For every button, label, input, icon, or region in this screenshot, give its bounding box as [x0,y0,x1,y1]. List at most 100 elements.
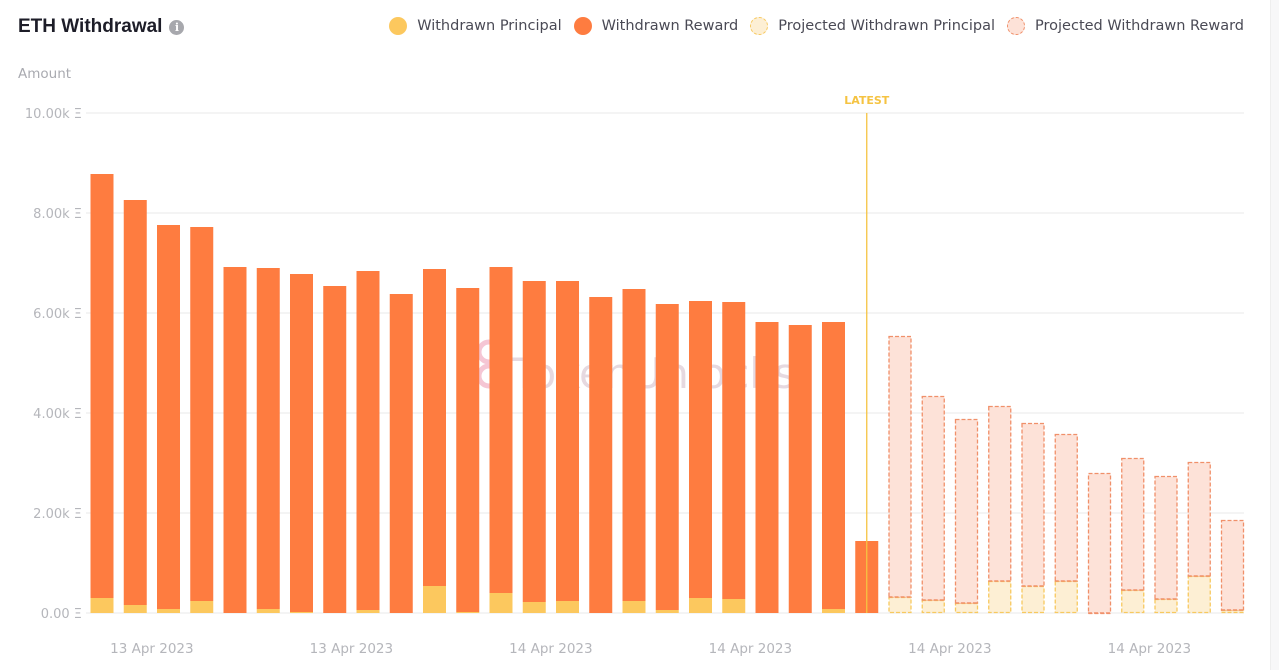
bar-projected-principal [1054,580,1078,614]
bar-group [290,274,313,613]
bar-withdrawn-principal [622,601,646,613]
bar-withdrawn-reward [90,174,114,598]
bar-withdrawn-principal [522,602,546,613]
bar-withdrawn-principal [822,609,845,613]
bar-projected-reward [1054,433,1078,583]
bar-projected-reward [988,405,1012,583]
bar-group [921,395,945,614]
bar-projected-principal [888,596,912,614]
bar-group [1187,461,1211,614]
bar-group [622,289,646,613]
bar-withdrawn-reward [389,294,413,613]
bar-group [655,304,679,613]
bar-withdrawn-reward [522,281,546,602]
x-tick-label: 13 Apr 2023 [310,641,393,657]
bar-withdrawn-reward [456,288,480,612]
bar-projected-principal [988,580,1012,614]
bar-withdrawn-reward [755,322,779,613]
bar-group [90,174,114,613]
y-axis-ticks: 0.00 Ξ 2.00k Ξ 4.00k Ξ 6.00k Ξ 8.00k Ξ 10.00k… [25,107,82,622]
bar-chart: TokenUnlocks 0.00 Ξ 2.00k Ξ 4.00k Ξ 6.00k Ξ… [25,94,1245,657]
bar-withdrawn-reward [256,268,280,609]
bar-projected-reward [1121,457,1145,592]
bar-withdrawn-reward [622,289,646,601]
bar-group [954,418,979,614]
bar-withdrawn-principal [123,605,147,613]
bar-group [1154,475,1178,614]
bar-group [256,268,280,613]
x-tick-label: 14 Apr 2023 [509,641,592,657]
x-axis-ticks: 13 Apr 2023 13 Apr 2023 14 Apr 2023 14 Apr … [110,641,1191,657]
x-tick-label: 14 Apr 2023 [709,641,792,657]
bar-withdrawn-reward [556,281,579,601]
bar-withdrawn-reward [123,200,147,605]
bar-projected-principal [1154,598,1178,614]
bar-group [556,281,579,613]
bar-group [323,286,347,613]
bar-projected-reward [954,418,979,605]
bar-withdrawn-principal [157,609,180,613]
bar-group [755,322,779,613]
bar-group [389,294,413,613]
x-tick-label: 14 Apr 2023 [908,641,991,657]
bar-withdrawn-principal [556,601,579,613]
bar-withdrawn-principal [689,598,712,613]
bar-projected-principal [954,602,979,614]
bar-group [223,267,247,613]
bar-group [788,325,812,613]
bar-group [489,267,513,613]
y-tick-label: 4.00k Ξ [33,407,82,422]
y-tick-label: 2.00k Ξ [33,507,82,522]
bar-group [522,281,546,613]
bar-withdrawn-reward [722,302,746,599]
y-tick-label: 0.00 Ξ [41,607,82,622]
bar-withdrawn-principal [356,610,380,613]
bar-withdrawn-reward [157,225,180,609]
bar-group [190,227,214,613]
x-tick-label: 14 Apr 2023 [1108,641,1191,657]
bar-withdrawn-reward [589,297,613,613]
bar-withdrawn-reward [423,269,446,586]
bar-group [456,288,480,613]
bar-withdrawn-reward [689,301,712,598]
bar-group [1087,472,1112,615]
bar-group [689,301,712,613]
bar-projected-principal [921,599,945,614]
bar-withdrawn-reward [489,267,513,593]
bar-withdrawn-reward [822,322,845,609]
bar-projected-principal [1121,589,1145,614]
bar-projected-reward [1187,461,1211,578]
bar-group [1021,422,1045,614]
bar-projected-principal [1021,585,1045,614]
bars [90,174,1245,615]
watermark-text: TokenUnlocks [511,349,796,398]
bar-withdrawn-principal [256,609,280,613]
bar-projected-reward [1154,475,1178,601]
bar-withdrawn-reward [356,271,380,610]
y-tick-label: 8.00k Ξ [33,207,82,222]
bar-group [356,271,380,613]
bar-projected-principal [1187,575,1211,614]
bar-withdrawn-principal [722,599,746,613]
bar-projected-reward [1021,422,1045,588]
bar-withdrawn-principal [655,610,679,613]
bar-withdrawn-reward [788,325,812,613]
bar-withdrawn-reward [190,227,214,601]
bar-withdrawn-principal [90,598,114,613]
bar-group [988,405,1012,614]
bar-withdrawn-reward [323,286,347,613]
bar-withdrawn-principal [290,612,313,613]
bar-group [1220,519,1245,614]
bar-withdrawn-reward [290,274,313,612]
bar-group [423,269,446,613]
chart-card: ETH Withdrawal i Withdrawn Principal Wit… [0,0,1271,670]
bar-group [1121,457,1145,614]
bar-withdrawn-reward [655,304,679,610]
bar-group [888,335,912,614]
bar-projected-reward [1220,519,1245,612]
bar-projected-reward [888,335,912,599]
bar-group [822,322,845,613]
y-tick-label: 10.00k Ξ [25,107,82,122]
bar-withdrawn-principal [456,612,480,613]
bar-group [157,225,180,613]
